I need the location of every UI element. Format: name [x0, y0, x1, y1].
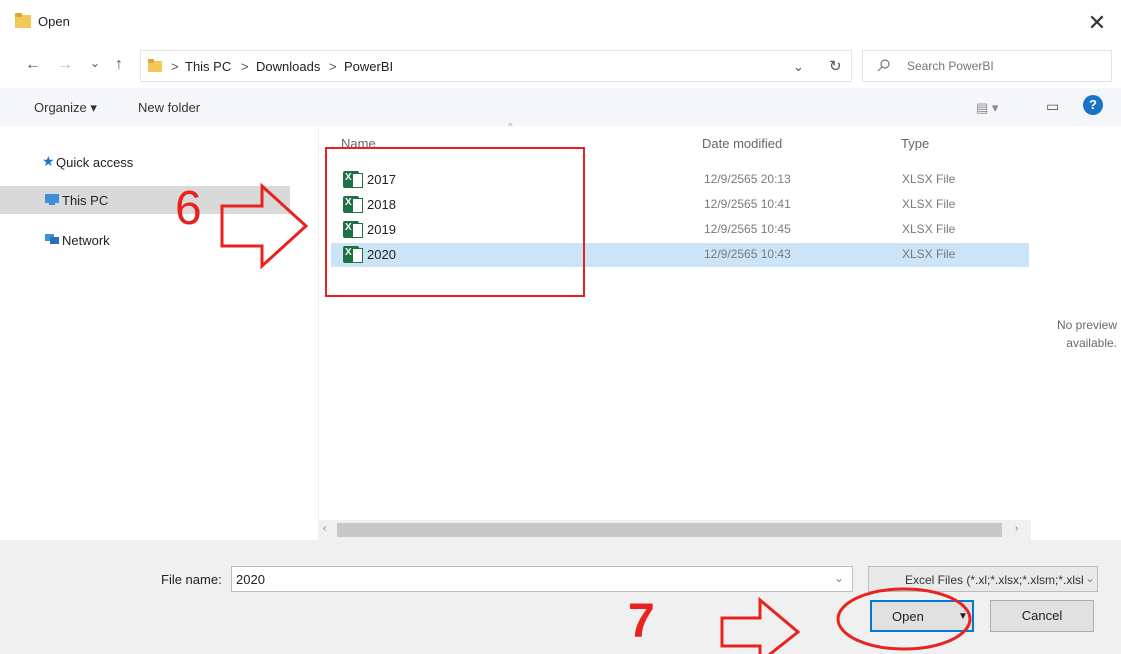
open-file-dialog: Open ✕ ← → ⌄ ↑ > This PC > Downloads > P… [0, 0, 1121, 654]
open-button-highlight-circle [836, 587, 972, 651]
step-number-6: 6 [175, 182, 202, 235]
annotation-overlay [220, 147, 972, 654]
step-number-7: 7 [628, 595, 655, 648]
arrow-annotation-icon [720, 596, 801, 654]
selection-highlight-box [325, 147, 585, 297]
arrow-annotation-icon [220, 182, 309, 270]
